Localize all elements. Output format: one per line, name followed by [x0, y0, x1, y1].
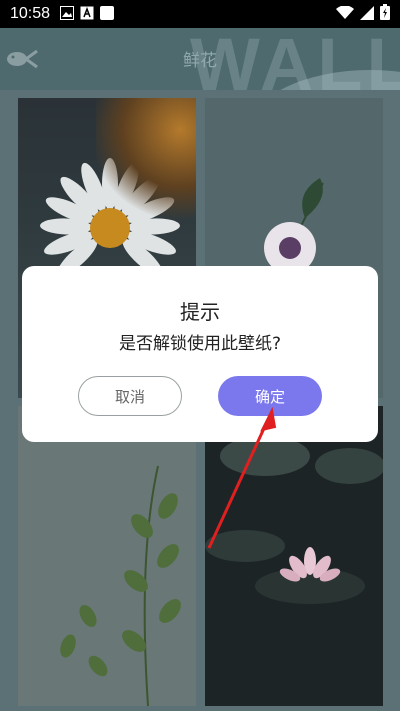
unlock-dialog: 提示 是否解锁使用此壁纸? 取消 确定: [22, 266, 378, 442]
battery-icon: [380, 4, 390, 24]
dialog-message: 是否解锁使用此壁纸?: [118, 334, 282, 354]
page-title: 鲜花: [183, 51, 217, 71]
wallpaper-tile-waterlily[interactable]: [205, 406, 383, 706]
status-bar: 10:58: [0, 0, 400, 28]
cellular-signal-icon: [360, 5, 374, 24]
dialog-title: 提示: [180, 300, 220, 324]
app-bar: WALL 鲜花: [0, 28, 400, 90]
image-icon: [60, 5, 75, 24]
wifi-icon: [336, 4, 354, 24]
cancel-button[interactable]: 取消: [78, 376, 182, 416]
wallpaper-tile-eucalyptus[interactable]: [18, 406, 196, 706]
status-time: 10:58: [10, 5, 51, 22]
blank-notification-icon: [100, 5, 115, 24]
confirm-button[interactable]: 确定: [218, 376, 322, 416]
app-notification-icon: [80, 5, 94, 24]
